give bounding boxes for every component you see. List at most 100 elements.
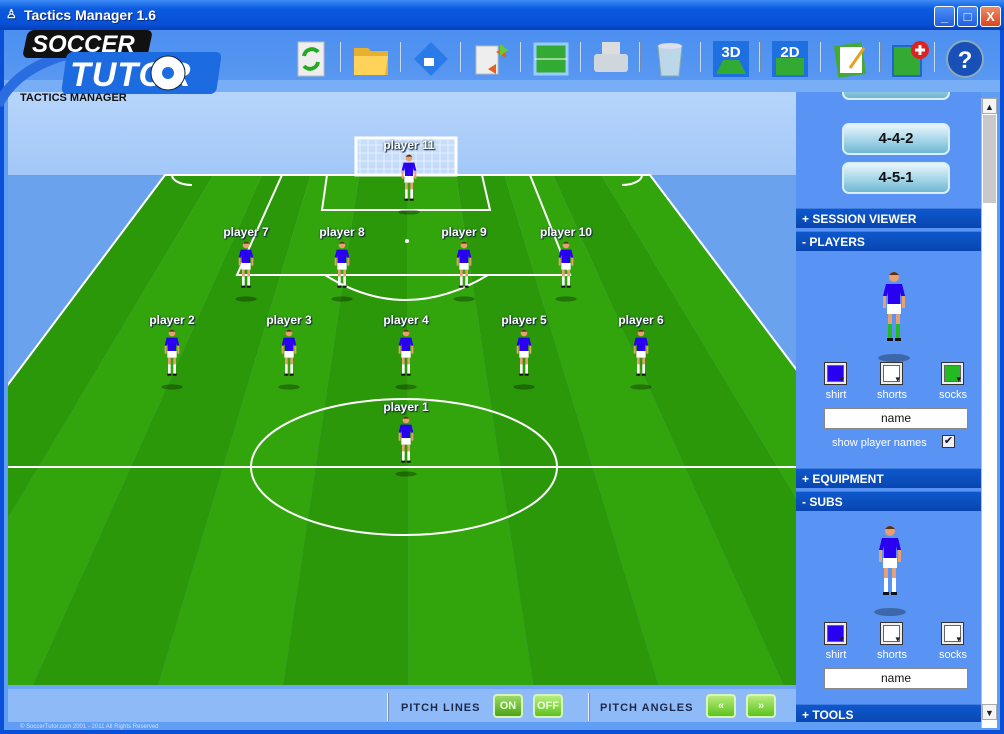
recycle-bin-button[interactable] [649, 38, 691, 80]
print-button[interactable] [590, 38, 632, 80]
2d-view-button[interactable]: 2D [769, 38, 811, 80]
scroll-up-arrow[interactable]: ▲ [982, 98, 997, 114]
minimize-button[interactable]: _ [934, 6, 955, 27]
player-token[interactable] [394, 415, 418, 477]
player-figure-icon [331, 241, 353, 302]
section-session-viewer[interactable]: + SESSION VIEWER [796, 208, 981, 228]
shorts-color-picker[interactable] [880, 362, 903, 385]
formation-button-442[interactable]: 4-4-2 [842, 123, 950, 155]
soccer-tutor-logo: SOCCER TUTOR TACTICS MANAGER [0, 30, 222, 108]
sub-preview [874, 526, 906, 616]
player-token[interactable] [160, 328, 184, 390]
section-players[interactable]: - PLAYERS [796, 231, 981, 251]
sub-shirt-color-picker[interactable] [824, 622, 847, 645]
recycle-bin-icon [657, 43, 683, 77]
player-name-label: player 5 [501, 313, 547, 327]
player-token[interactable] [277, 328, 301, 390]
player-name-label: player 8 [319, 225, 365, 239]
toolbar-separator [820, 42, 822, 72]
section-equipment[interactable]: + EQUIPMENT [796, 468, 981, 488]
pitch-image-button[interactable] [530, 38, 572, 80]
sub-name-input[interactable]: name [824, 668, 968, 689]
pitch-lines-off-button[interactable]: OFF [533, 694, 563, 718]
player-token[interactable] [234, 240, 258, 302]
svg-text:3D: 3D [721, 44, 740, 61]
show-player-names-label: show player names [832, 437, 927, 449]
scroll-down-arrow[interactable]: ▼ [982, 704, 997, 720]
section-subs[interactable]: - SUBS [796, 491, 981, 511]
sub-shorts-label: shorts [877, 649, 907, 661]
player-figure-icon [513, 329, 535, 390]
player-figure-icon [630, 329, 652, 390]
player-token[interactable] [394, 328, 418, 390]
pitch-lines-on-button[interactable]: ON [493, 694, 523, 718]
show-player-names-checkbox[interactable]: ✔ [942, 435, 955, 448]
scroll-thumb[interactable] [983, 115, 996, 203]
shirt-label: shirt [825, 389, 847, 401]
svg-text:2D: 2D [780, 44, 799, 61]
help-icon: ? [946, 40, 984, 78]
bottom-bar: PITCH LINES ON OFF PITCH ANGLES « » [8, 685, 796, 722]
add-pitch-button[interactable] [889, 38, 931, 80]
sub-shorts-color-picker[interactable] [880, 622, 903, 645]
refresh-button[interactable] [290, 38, 332, 80]
app-client: SOCCER TUTOR TACTICS MANAGER 3D 2D? playe… [0, 30, 1000, 730]
player-token[interactable] [452, 240, 476, 302]
player-token[interactable] [330, 240, 354, 302]
pitch-angles-label: PITCH ANGLES [600, 702, 694, 714]
toolbar-separator [639, 42, 641, 72]
shorts-label: shorts [877, 389, 907, 401]
shirt-color-picker[interactable] [824, 362, 847, 385]
pitch-lines-label: PITCH LINES [401, 702, 481, 714]
open-folder-icon [354, 48, 388, 75]
svg-text:?: ? [958, 47, 973, 74]
add-pitch-icon [892, 41, 929, 77]
player-figure-icon [235, 241, 257, 302]
save-button[interactable] [410, 38, 452, 80]
player-name-input[interactable]: name [824, 408, 968, 429]
refresh-icon [297, 41, 325, 77]
toolbar-separator [400, 42, 402, 72]
toolbar-separator [879, 42, 881, 72]
player-name-label: player 1 [383, 400, 429, 414]
formation-button-451[interactable]: 4-5-1 [842, 162, 950, 194]
side-panel-scrollbar[interactable]: ▲ ▼ [981, 98, 997, 728]
3d-view-icon: 3D [713, 41, 749, 77]
player-figure-icon [278, 329, 300, 390]
notes-button[interactable] [830, 38, 872, 80]
export-button[interactable] [470, 38, 512, 80]
player-token[interactable] [512, 328, 536, 390]
pitch-area[interactable]: player 11 player 7 player 8 player 9 pla… [8, 92, 796, 685]
formation-button-433[interactable]: 4-3-3 [842, 92, 950, 100]
player-figure-icon [398, 154, 420, 215]
open-folder-button[interactable] [350, 38, 392, 80]
penalty-spot [405, 239, 409, 243]
toolbar-separator [580, 42, 582, 72]
help-button[interactable]: ? [944, 38, 986, 80]
app-icon: ♙ [6, 7, 17, 21]
print-icon [594, 42, 628, 72]
toolbar: SOCCER TUTOR TACTICS MANAGER 3D 2D? [0, 30, 1000, 108]
pitch-angle-next-button[interactable]: » [746, 694, 776, 718]
player-name-label: player 6 [618, 313, 664, 327]
maximize-button[interactable]: □ [957, 6, 978, 27]
side-panel: 4-3-3 4-4-2 4-5-1 + SESSION VIEWER - PLA… [796, 92, 981, 722]
player-token[interactable] [554, 240, 578, 302]
3d-view-button[interactable]: 3D [710, 38, 752, 80]
player-name-label: player 3 [266, 313, 312, 327]
player-name-label: player 9 [441, 225, 487, 239]
player-name-label: player 10 [539, 225, 593, 239]
export-icon [475, 44, 508, 75]
player-figure-icon [395, 329, 417, 390]
pitch-angle-prev-button[interactable]: « [706, 694, 736, 718]
sub-socks-color-picker[interactable] [941, 622, 964, 645]
socks-color-picker[interactable] [941, 362, 964, 385]
logo-text-tactics: TACTICS MANAGER [20, 92, 127, 104]
toolbar-separator [340, 42, 342, 72]
close-button[interactable]: X [980, 6, 1001, 27]
section-tools[interactable]: + TOOLS [796, 704, 981, 722]
copyright: © SoccerTutor.com 2001 - 2011 All Rights… [20, 724, 159, 730]
player-token[interactable] [397, 153, 421, 215]
title-bar: ♙ Tactics Manager 1.6 [0, 0, 1004, 30]
player-token[interactable] [629, 328, 653, 390]
